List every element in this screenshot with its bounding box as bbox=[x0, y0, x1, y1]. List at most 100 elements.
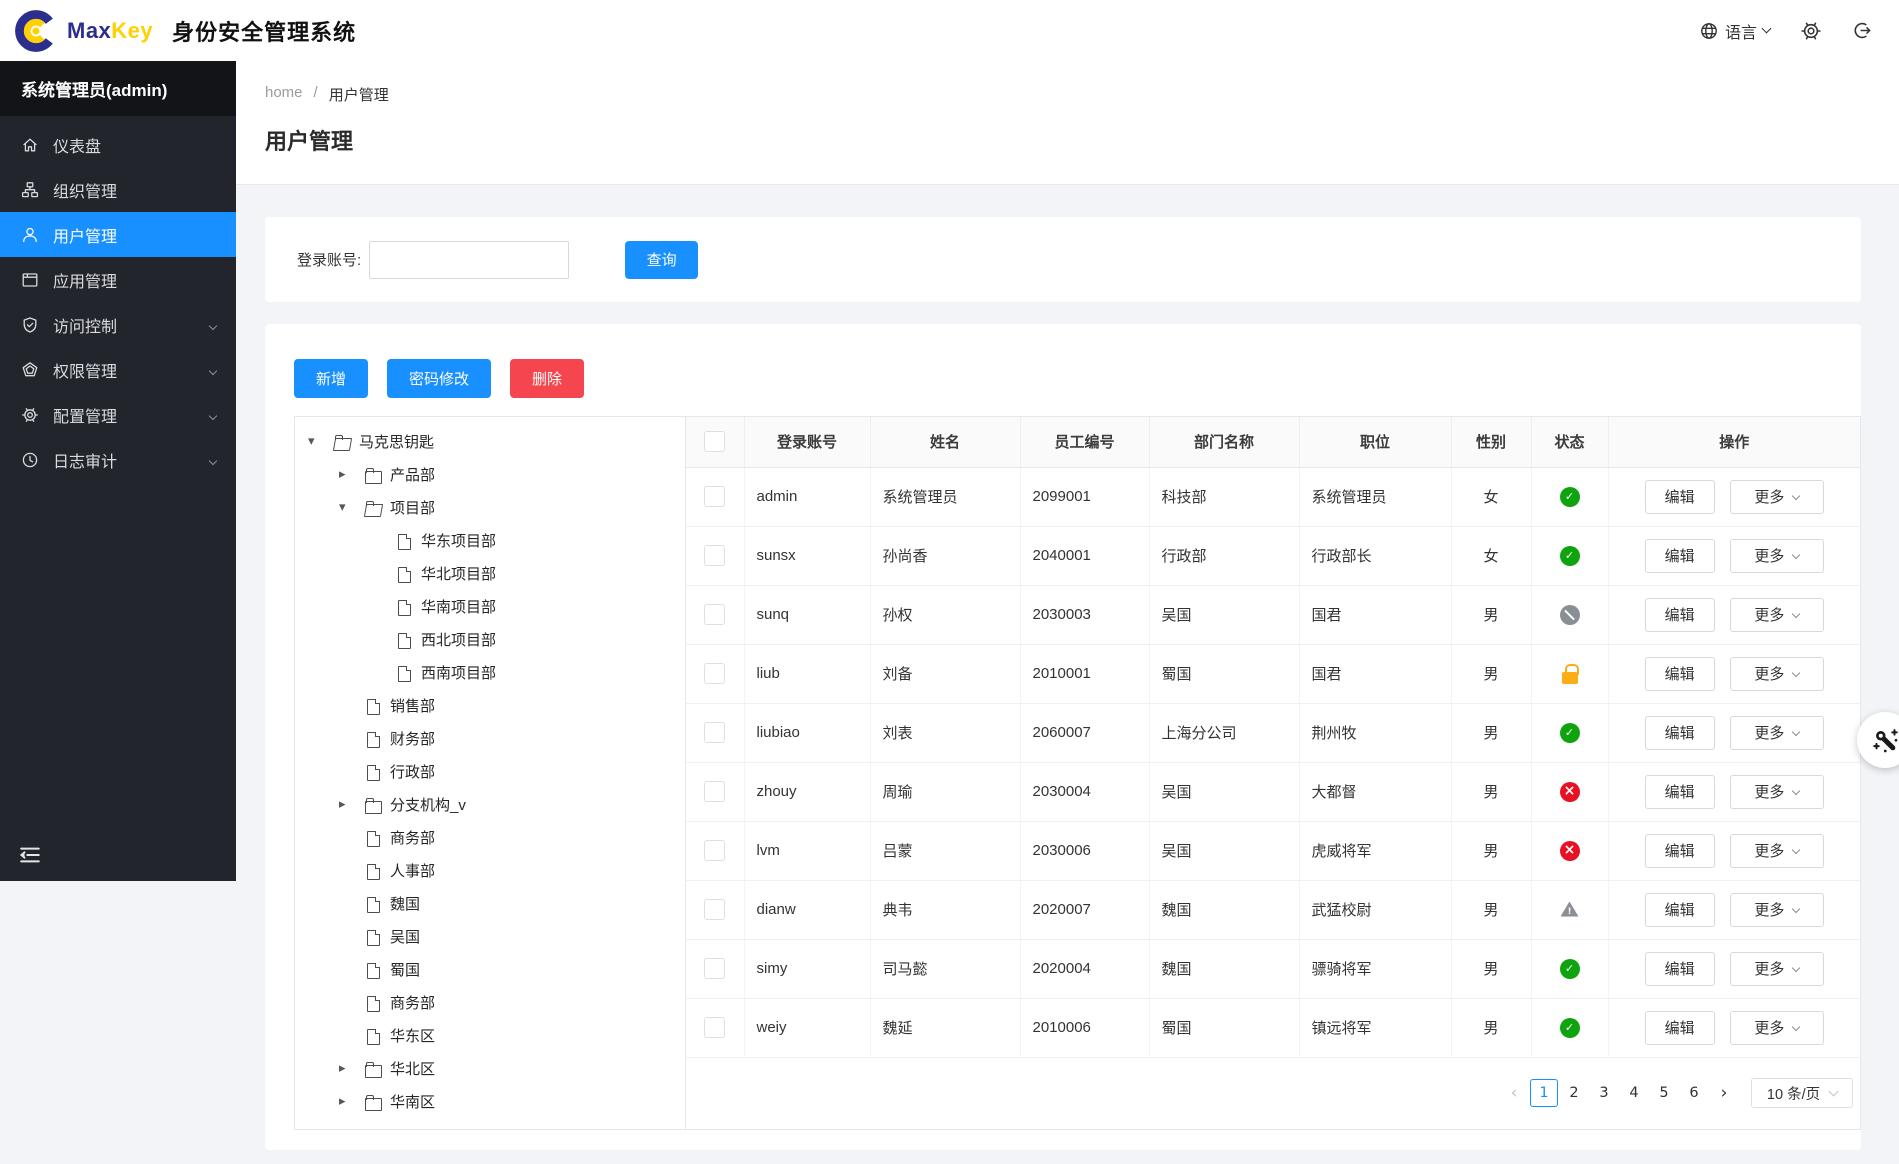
delete-button[interactable]: 删除 bbox=[510, 359, 585, 398]
sidebar-item-users[interactable]: 用户管理 bbox=[0, 212, 236, 257]
row-checkbox[interactable] bbox=[704, 958, 726, 979]
edit-button[interactable]: 编辑 bbox=[1644, 1010, 1715, 1045]
tree-node[interactable]: 西南项目部 bbox=[295, 656, 685, 689]
cell-status bbox=[1531, 762, 1609, 822]
cell-account: zhouy bbox=[744, 762, 871, 822]
tree-node[interactable]: 西北项目部 bbox=[295, 623, 685, 656]
tree-caret-icon[interactable] bbox=[339, 1094, 365, 1109]
cell-account: weiy bbox=[744, 998, 871, 1058]
row-checkbox[interactable] bbox=[704, 1017, 726, 1038]
tree-caret-icon[interactable] bbox=[339, 1061, 365, 1076]
tree-node-label: 财务部 bbox=[390, 731, 436, 748]
pagination-page-button[interactable]: 2 bbox=[1560, 1079, 1588, 1107]
more-button[interactable]: 更多 bbox=[1729, 538, 1824, 573]
edit-button[interactable]: 编辑 bbox=[1644, 715, 1715, 750]
edit-button[interactable]: 编辑 bbox=[1644, 538, 1715, 573]
more-button[interactable]: 更多 bbox=[1729, 892, 1824, 927]
edit-button[interactable]: 编辑 bbox=[1644, 479, 1715, 514]
row-checkbox[interactable] bbox=[704, 781, 726, 802]
tree-node[interactable]: 魏国 bbox=[295, 887, 685, 920]
tree-node[interactable]: 分支机构_v bbox=[295, 788, 685, 821]
tree-node[interactable]: 华南区 bbox=[295, 1085, 685, 1118]
cell-position: 国君 bbox=[1299, 644, 1452, 704]
pagination-prev-button[interactable]: ‹ bbox=[1500, 1079, 1528, 1107]
tree-node[interactable]: 华南项目部 bbox=[295, 590, 685, 623]
pagination-page-button[interactable]: 3 bbox=[1590, 1079, 1618, 1107]
more-button[interactable]: 更多 bbox=[1729, 1010, 1824, 1045]
language-dropdown[interactable]: 语言 bbox=[1699, 19, 1772, 43]
tree-node[interactable]: 华东区 bbox=[295, 1019, 685, 1052]
row-checkbox[interactable] bbox=[704, 486, 726, 507]
more-button[interactable]: 更多 bbox=[1729, 597, 1824, 632]
row-checkbox[interactable] bbox=[704, 840, 726, 861]
pagination-page-button[interactable]: 5 bbox=[1650, 1079, 1678, 1107]
login-account-input[interactable] bbox=[369, 240, 570, 279]
select-all-checkbox[interactable] bbox=[704, 431, 726, 453]
sidebar-item-permissions[interactable]: 权限管理 bbox=[0, 347, 236, 392]
tree-node[interactable]: 行政部 bbox=[295, 755, 685, 788]
tree-caret-icon[interactable] bbox=[339, 500, 365, 515]
cell-department: 蜀国 bbox=[1149, 644, 1300, 704]
edit-button[interactable]: 编辑 bbox=[1644, 951, 1715, 986]
more-button[interactable]: 更多 bbox=[1729, 774, 1824, 809]
more-button[interactable]: 更多 bbox=[1729, 833, 1824, 868]
tree-node[interactable]: 商务部 bbox=[295, 821, 685, 854]
edit-button[interactable]: 编辑 bbox=[1644, 597, 1715, 632]
tree-node[interactable]: 销售部 bbox=[295, 689, 685, 722]
page-size-select[interactable]: 10 条/页 bbox=[1751, 1078, 1853, 1109]
tree-node[interactable]: 项目部 bbox=[295, 491, 685, 524]
pagination-page-button[interactable]: 1 bbox=[1530, 1079, 1558, 1108]
more-button-label: 更多 bbox=[1754, 666, 1785, 683]
pagination-page-button[interactable]: 6 bbox=[1680, 1079, 1708, 1107]
more-button[interactable]: 更多 bbox=[1729, 715, 1824, 750]
sidebar-item-applications[interactable]: 应用管理 bbox=[0, 257, 236, 302]
row-checkbox[interactable] bbox=[704, 899, 726, 920]
tree-caret-icon[interactable] bbox=[308, 434, 334, 449]
more-button[interactable]: 更多 bbox=[1729, 951, 1824, 986]
tree-node[interactable]: 华东项目部 bbox=[295, 524, 685, 557]
gem-icon bbox=[22, 361, 38, 376]
sidebar-item-audit-logs[interactable]: 日志审计 bbox=[0, 437, 236, 482]
sidebar-item-dashboard[interactable]: 仪表盘 bbox=[0, 122, 236, 167]
sidebar-item-access-control[interactable]: 访问控制 bbox=[0, 302, 236, 347]
pagination-page-button[interactable]: 4 bbox=[1620, 1079, 1648, 1107]
tree-node-label: 华北区 bbox=[390, 1061, 436, 1078]
query-button[interactable]: 查询 bbox=[625, 240, 699, 279]
row-checkbox[interactable] bbox=[704, 663, 726, 684]
tree-caret-icon[interactable] bbox=[339, 797, 365, 812]
cell-department: 吴国 bbox=[1149, 762, 1300, 822]
row-checkbox[interactable] bbox=[704, 722, 726, 743]
tree-node[interactable]: 人事部 bbox=[295, 854, 685, 887]
sidebar-collapse-button[interactable] bbox=[19, 845, 41, 868]
org-tree: 马克思钥匙 产品部 项目部 bbox=[295, 417, 686, 1129]
edit-button[interactable]: 编辑 bbox=[1644, 892, 1715, 927]
breadcrumb-home-link[interactable]: home bbox=[265, 84, 303, 105]
change-password-button[interactable]: 密码修改 bbox=[387, 359, 492, 398]
sidebar-item-organizations[interactable]: 组织管理 bbox=[0, 167, 236, 212]
tree-node[interactable]: 蜀国 bbox=[295, 953, 685, 986]
edit-button[interactable]: 编辑 bbox=[1644, 774, 1715, 809]
edit-button[interactable]: 编辑 bbox=[1644, 833, 1715, 868]
sidebar-item-configuration[interactable]: 配置管理 bbox=[0, 392, 236, 437]
tree-node[interactable]: 华北区 bbox=[295, 1052, 685, 1085]
tree-caret-icon[interactable] bbox=[339, 467, 365, 482]
tree-node[interactable]: 财务部 bbox=[295, 722, 685, 755]
logout-button[interactable] bbox=[1852, 20, 1873, 41]
chevron-down-icon bbox=[208, 366, 218, 375]
tree-node[interactable]: 吴国 bbox=[295, 920, 685, 953]
cell-position: 国君 bbox=[1299, 585, 1452, 645]
more-button[interactable]: 更多 bbox=[1729, 656, 1824, 691]
tree-node[interactable]: 马克思钥匙 bbox=[295, 425, 685, 458]
status-icon bbox=[1559, 545, 1580, 566]
add-button[interactable]: 新增 bbox=[294, 359, 369, 398]
tree-node[interactable]: 华北项目部 bbox=[295, 557, 685, 590]
row-checkbox[interactable] bbox=[704, 604, 726, 625]
tree-node[interactable]: 产品部 bbox=[295, 458, 685, 491]
row-checkbox[interactable] bbox=[704, 545, 726, 566]
more-button[interactable]: 更多 bbox=[1729, 479, 1824, 514]
cell-position: 系统管理员 bbox=[1299, 467, 1452, 527]
tree-node[interactable]: 商务部 bbox=[295, 986, 685, 1019]
pagination-next-button[interactable]: › bbox=[1710, 1079, 1738, 1107]
edit-button[interactable]: 编辑 bbox=[1644, 656, 1715, 691]
settings-button[interactable] bbox=[1800, 20, 1822, 42]
